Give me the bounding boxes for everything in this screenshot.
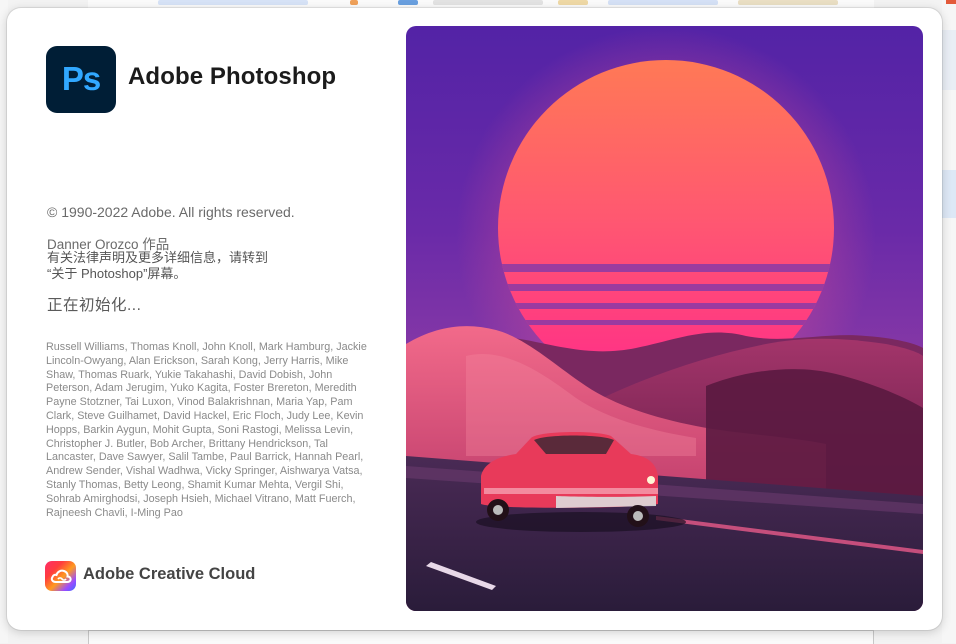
app-title: Adobe Photoshop — [128, 63, 337, 90]
legal-notice-line: 有关法律声明及更多详细信息，请转到 — [47, 250, 269, 265]
background-tab — [942, 30, 956, 90]
background-window-bottom — [88, 630, 874, 644]
photoshop-logo-text: Ps — [61, 59, 101, 97]
background-close-mark — [946, 0, 956, 4]
splash-artwork — [406, 26, 923, 611]
background-link — [738, 0, 838, 5]
background-link — [608, 0, 718, 5]
background-link — [158, 0, 308, 5]
background-icon — [558, 0, 588, 5]
creative-cloud-brand: Adobe Creative Cloud — [83, 565, 256, 583]
background-tab — [942, 170, 956, 218]
legal-notice-line: “关于 Photoshop”屏幕。 — [47, 266, 187, 281]
background-link — [433, 0, 543, 5]
credits-list: Russell Williams, Thomas Knoll, John Kno… — [46, 341, 367, 519]
sunset-desert-car-image — [406, 26, 923, 611]
background-icon — [398, 0, 418, 5]
photoshop-logo-icon: Ps — [46, 46, 116, 113]
loading-status: 正在初始化... — [47, 297, 142, 314]
photoshop-splash-screen: Ps Adobe Photoshop © 1990-2022 Adobe. Al… — [7, 8, 942, 630]
creative-cloud-icon — [45, 561, 76, 591]
creative-cloud-glyph — [50, 569, 72, 583]
background-icon — [350, 0, 358, 5]
background-window-right — [942, 0, 956, 643]
copyright-text: © 1990-2022 Adobe. All rights reserved. — [47, 204, 295, 220]
legal-notice: 有关法律声明及更多详细信息，请转到 “关于 Photoshop”屏幕。 — [47, 250, 347, 282]
